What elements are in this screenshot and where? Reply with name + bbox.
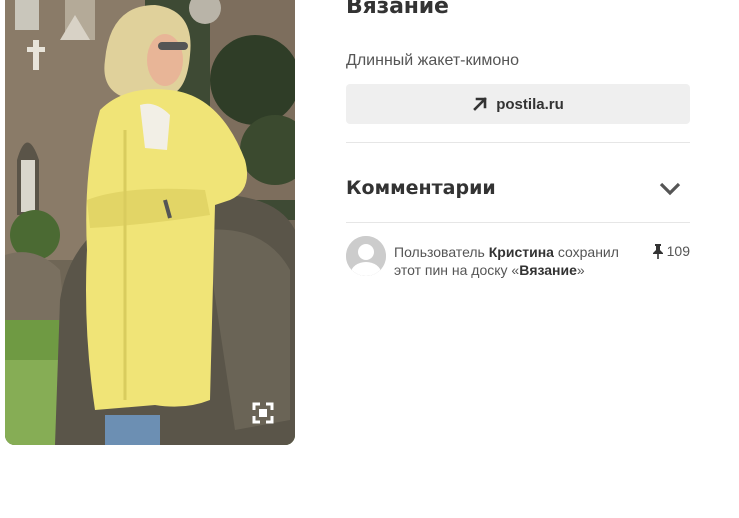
expand-image-button[interactable] <box>251 401 275 425</box>
saver-user-link[interactable]: Кристина <box>489 244 554 260</box>
chevron-down-icon[interactable] <box>658 176 682 200</box>
user-avatar[interactable] <box>346 236 386 276</box>
saver-board-link[interactable]: Вязание <box>519 262 577 278</box>
arrow-up-right-icon <box>473 97 488 111</box>
expand-icon <box>252 402 274 424</box>
saver-info: Пользователь Кристина сохранил этот пин … <box>346 236 690 279</box>
user-avatar-icon <box>346 236 386 276</box>
divider <box>346 142 690 143</box>
saver-text: Пользователь Кристина сохранил этот пин … <box>394 243 644 279</box>
comments-toggle[interactable]: Комментарии <box>346 172 690 204</box>
comments-title: Комментарии <box>346 177 496 199</box>
source-link-label: postila.ru <box>496 95 564 113</box>
save-count-value: 109 <box>666 243 690 259</box>
pin-image[interactable] <box>5 0 295 445</box>
divider <box>346 222 690 223</box>
saver-suffix: » <box>576 262 585 278</box>
board-title[interactable]: Вязание <box>346 0 449 19</box>
pin-photo <box>5 0 295 445</box>
pushpin-icon <box>652 244 663 259</box>
source-link-button[interactable]: postila.ru <box>346 84 690 124</box>
save-count: 109 <box>652 243 690 259</box>
saver-prefix: Пользователь <box>394 244 489 260</box>
pin-description: Длинный жакет-кимоно <box>346 52 520 69</box>
